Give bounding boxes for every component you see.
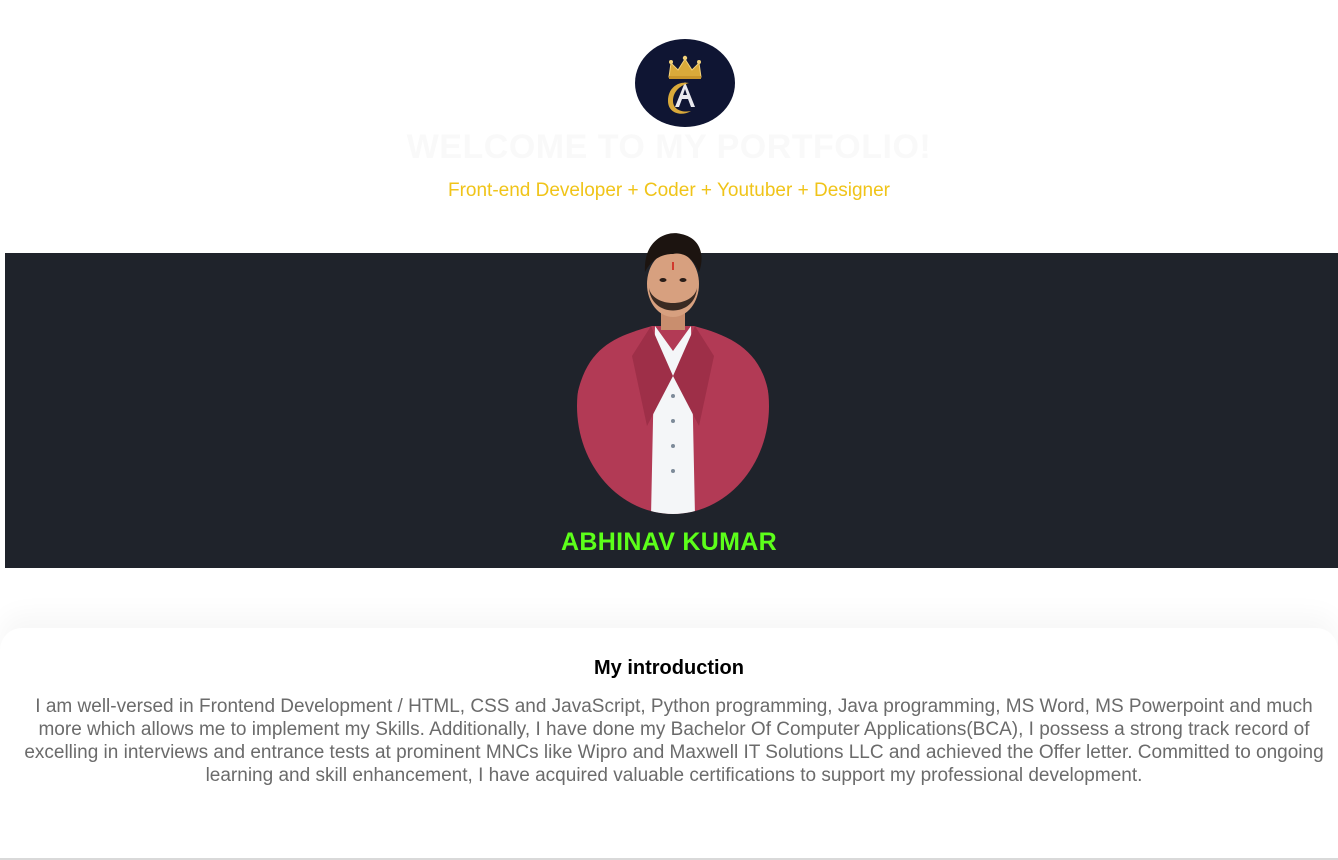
role-subtitle: Front-end Developer + Coder + Youtuber +…: [447, 180, 891, 201]
profile-photo: [577, 226, 769, 516]
introduction-text: I am well-versed in Frontend Development…: [24, 696, 1324, 786]
welcome-heading: WELCOME TO MY PORTFOLIO!: [406, 128, 932, 166]
logo-icon[interactable]: [635, 39, 735, 127]
profile-name: ABHINAV KUMAR: [561, 528, 777, 556]
introduction-title: My introduction: [594, 657, 744, 679]
portfolio-page: WELCOME TO MY PORTFOLIO! Front-end Devel…: [0, 0, 1338, 860]
